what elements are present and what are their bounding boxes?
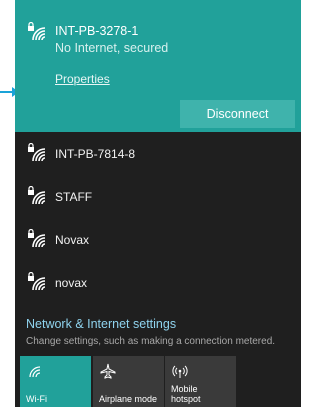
hotspot-icon (172, 365, 188, 378)
network-name: Novax (55, 233, 90, 247)
mobile-hotspot-tile[interactable]: Mobile hotspot (165, 356, 236, 407)
network-settings-link[interactable]: Network & Internet settings (26, 317, 176, 331)
network-item-novax[interactable]: Novax (15, 219, 301, 261)
network-flyout: INT-PB-3278-1 No Internet, secured Prope… (15, 0, 301, 407)
wifi-icon (29, 366, 41, 378)
wifi-secured-icon (28, 22, 46, 41)
wifi-secured-icon (28, 272, 46, 291)
airplane-icon (100, 363, 116, 379)
wifi-toggle-tile[interactable]: Wi-Fi (20, 356, 91, 407)
network-item-int-pb-7814-8[interactable]: INT-PB-7814-8 (15, 133, 301, 175)
disconnect-button[interactable]: Disconnect (180, 100, 295, 128)
properties-link[interactable]: Properties (55, 72, 110, 86)
network-settings-description: Change settings, such as making a connec… (26, 336, 276, 347)
network-item-staff[interactable]: STAFF (15, 176, 301, 218)
airplane-tile-label: Airplane mode (99, 394, 158, 404)
active-network-name: INT-PB-3278-1 (55, 24, 139, 38)
network-name: STAFF (55, 190, 93, 204)
airplane-mode-tile[interactable]: Airplane mode (93, 356, 164, 407)
hotspot-tile-label: Mobile hotspot (171, 384, 201, 404)
network-name: INT-PB-7814-8 (55, 147, 136, 161)
wifi-secured-icon (28, 229, 46, 248)
network-name: novax (55, 276, 88, 290)
wifi-secured-icon (28, 143, 46, 162)
network-item-novax-lowercase[interactable]: novax (15, 262, 301, 304)
active-network-panel[interactable]: INT-PB-3278-1 No Internet, secured Prope… (15, 0, 301, 132)
wifi-secured-icon (28, 186, 46, 205)
active-network-status: No Internet, secured (55, 41, 169, 55)
screen: INT-PB-3278-1 No Internet, secured Prope… (0, 0, 301, 407)
wifi-tile-label: Wi-Fi (26, 394, 47, 404)
